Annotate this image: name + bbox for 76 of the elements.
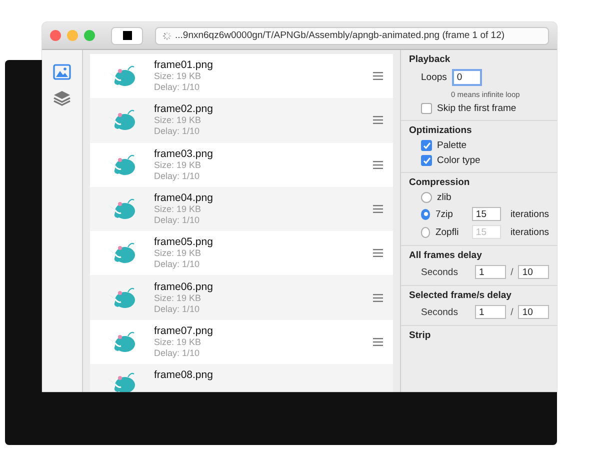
close-button[interactable] <box>50 30 61 41</box>
denominator-field[interactable]: 10 <box>518 265 549 279</box>
frame-row[interactable]: frame04.png Size: 19 KB Delay: 1/10 <box>90 186 393 232</box>
section-title: All frames delay <box>409 250 483 261</box>
radio-label: zlib <box>437 192 452 203</box>
frame-size: Size: 19 KB <box>154 248 202 260</box>
slash-separator: / <box>510 266 514 278</box>
frame-row[interactable]: frame07.png Size: 19 KB Delay: 1/10 <box>90 320 393 364</box>
frame-size: Size: 19 KB <box>154 71 202 82</box>
frame-row[interactable]: frame06.png Size: 19 KB Delay: 1/10 <box>90 275 393 320</box>
layers-icon <box>53 90 71 106</box>
drag-handle-icon[interactable] <box>373 249 383 258</box>
frame-name: frame02.png <box>154 103 214 116</box>
frame-delay: Delay: 1/10 <box>154 259 201 270</box>
iterations-label: iterations <box>510 226 549 238</box>
frame-name: frame08.png <box>154 369 214 382</box>
sidebar-tab[interactable] <box>52 88 72 108</box>
frame-name: frame06.png <box>154 280 214 293</box>
radio-label: Zopfli <box>435 226 460 238</box>
checkbox-label: Palette <box>437 140 467 151</box>
stop-button[interactable] <box>111 26 143 44</box>
checkbox[interactable] <box>421 140 432 151</box>
iterations-label: iterations <box>510 208 549 220</box>
drag-handle-icon[interactable] <box>373 205 383 214</box>
frame-row[interactable]: frame03.png Size: 19 KB Delay: 1/10 <box>90 142 393 187</box>
frame-row[interactable]: frame08.png <box>90 364 393 392</box>
slash-separator: / <box>510 306 514 318</box>
frame-size: Size: 19 KB <box>154 292 202 304</box>
frame-name: frame04.png <box>154 192 214 204</box>
spinner-icon <box>162 30 172 40</box>
frame-size: Size: 19 KB <box>154 204 202 216</box>
frame-name: frame01.png <box>154 59 214 72</box>
checkbox[interactable] <box>421 103 432 114</box>
stop-icon <box>122 31 132 40</box>
window-title: ...9nxn6qz6w0000gn/T/APNGb/Assembly/apngb-animated.png (frame 1 of 12) <box>175 30 505 41</box>
frame-delay: Delay: 1/10 <box>154 126 201 138</box>
frame-name: frame05.png <box>154 236 214 248</box>
numerator-field[interactable]: 1 <box>474 305 506 319</box>
numerator-field[interactable]: 1 <box>474 265 506 279</box>
frame-delay: Delay: 1/10 <box>154 304 201 315</box>
frame-delay: Delay: 1/10 <box>154 170 201 182</box>
drag-handle-icon[interactable] <box>373 116 383 124</box>
section-title: Strip <box>409 330 432 341</box>
frame-size: Size: 19 KB <box>154 115 202 126</box>
drag-handle-icon[interactable] <box>373 160 383 169</box>
frame-size: Size: 19 KB <box>154 336 202 348</box>
drag-handle-icon[interactable] <box>373 294 383 302</box>
loops-label: Loops <box>421 72 447 83</box>
section-title: Playback <box>409 54 452 65</box>
frame-name: frame03.png <box>154 148 214 160</box>
radio-button[interactable] <box>421 192 432 203</box>
frame-name: frame07.png <box>154 324 214 337</box>
frame-size: Size: 19 KB <box>154 160 202 171</box>
frame-row[interactable]: frame02.png Size: 19 KB Delay: 1/10 <box>90 98 393 143</box>
section-title: Compression <box>409 177 471 188</box>
sidebar-tab[interactable] <box>52 62 72 82</box>
frame-delay: Delay: 1/10 <box>154 215 201 226</box>
seconds-label: Seconds <box>421 306 459 318</box>
section-title: Optimizations <box>409 125 473 136</box>
drag-handle-icon[interactable] <box>373 338 383 346</box>
radio-label: 7zip <box>435 208 454 220</box>
frame-delay: Delay: 1/10 <box>154 348 201 359</box>
iterations-field[interactable]: 15 <box>472 207 502 221</box>
denominator-field[interactable]: 10 <box>518 305 549 319</box>
drag-handle-icon[interactable] <box>373 72 383 80</box>
image-icon <box>53 64 71 80</box>
checkbox[interactable] <box>421 155 432 166</box>
checkbox-label: Color type <box>437 155 480 166</box>
checkbox-label: Skip the first frame <box>437 103 516 114</box>
loops-field[interactable]: 0 <box>452 69 482 86</box>
radio-button[interactable] <box>421 208 430 220</box>
frame-row[interactable]: frame05.png Size: 19 KB Delay: 1/10 <box>90 231 393 276</box>
seconds-label: Seconds <box>421 266 459 278</box>
frame-delay: Delay: 1/10 <box>154 82 201 94</box>
section-title: Selected frame/s delay <box>409 290 512 301</box>
frame-row[interactable]: frame01.png Size: 19 KB Delay: 1/10 <box>90 54 393 98</box>
